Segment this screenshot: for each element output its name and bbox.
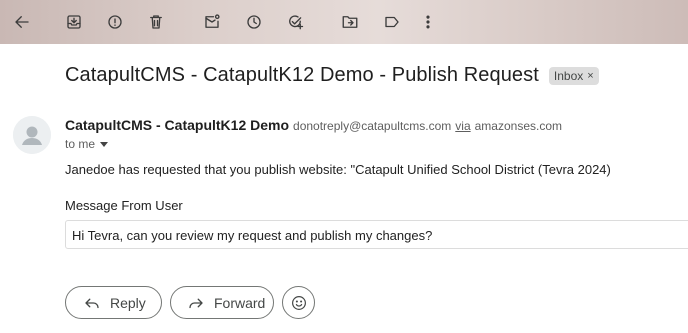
move-to-icon[interactable] [336,8,364,36]
reply-label: Reply [110,294,146,311]
back-arrow-icon[interactable] [8,8,36,36]
reply-icon [85,298,99,308]
message-box: Hi Tevra, can you review my request and … [65,220,688,249]
label-chip-text: Inbox [553,68,584,83]
mark-unread-icon[interactable] [198,8,226,36]
more-vert-icon[interactable] [414,8,442,36]
report-spam-icon[interactable] [101,8,129,36]
sender-email: donotreply@catapultcms.com [293,119,452,133]
inbox-label-chip[interactable]: Inbox × [548,66,599,85]
via-link[interactable]: via [455,119,470,133]
email-subject: CatapultCMS - CatapultK12 Demo - Publish… [65,64,539,86]
subject-row: CatapultCMS - CatapultK12 Demo - Publish… [65,64,599,87]
snooze-icon[interactable] [240,8,268,36]
message-label: Message From User [65,198,183,213]
reply-button[interactable]: Reply [65,286,162,319]
smiley-icon [291,295,306,310]
sender-avatar[interactable] [13,116,51,154]
email-toolbar [0,0,688,44]
sender-row: CatapultCMS - CatapultK12 Demo donotrepl… [65,117,562,133]
email-body-line: Janedoe has requested that you publish w… [65,162,611,177]
sender-name[interactable]: CatapultCMS - CatapultK12 Demo [65,117,289,133]
emoji-reaction-button[interactable] [282,286,315,319]
via-domain: amazonses.com [474,119,562,133]
recipient-details-toggle[interactable]: to me [65,137,109,151]
archive-icon[interactable] [60,8,88,36]
remove-label-icon[interactable]: × [587,70,593,82]
forward-button[interactable]: Forward [170,286,274,319]
default-avatar-icon [13,116,51,154]
to-text: to me [65,137,96,151]
dropdown-caret-icon [100,141,109,147]
forward-label: Forward [214,294,266,311]
forward-icon [189,298,203,308]
add-task-icon[interactable] [281,8,309,36]
delete-icon[interactable] [142,8,170,36]
labels-icon[interactable] [378,8,406,36]
